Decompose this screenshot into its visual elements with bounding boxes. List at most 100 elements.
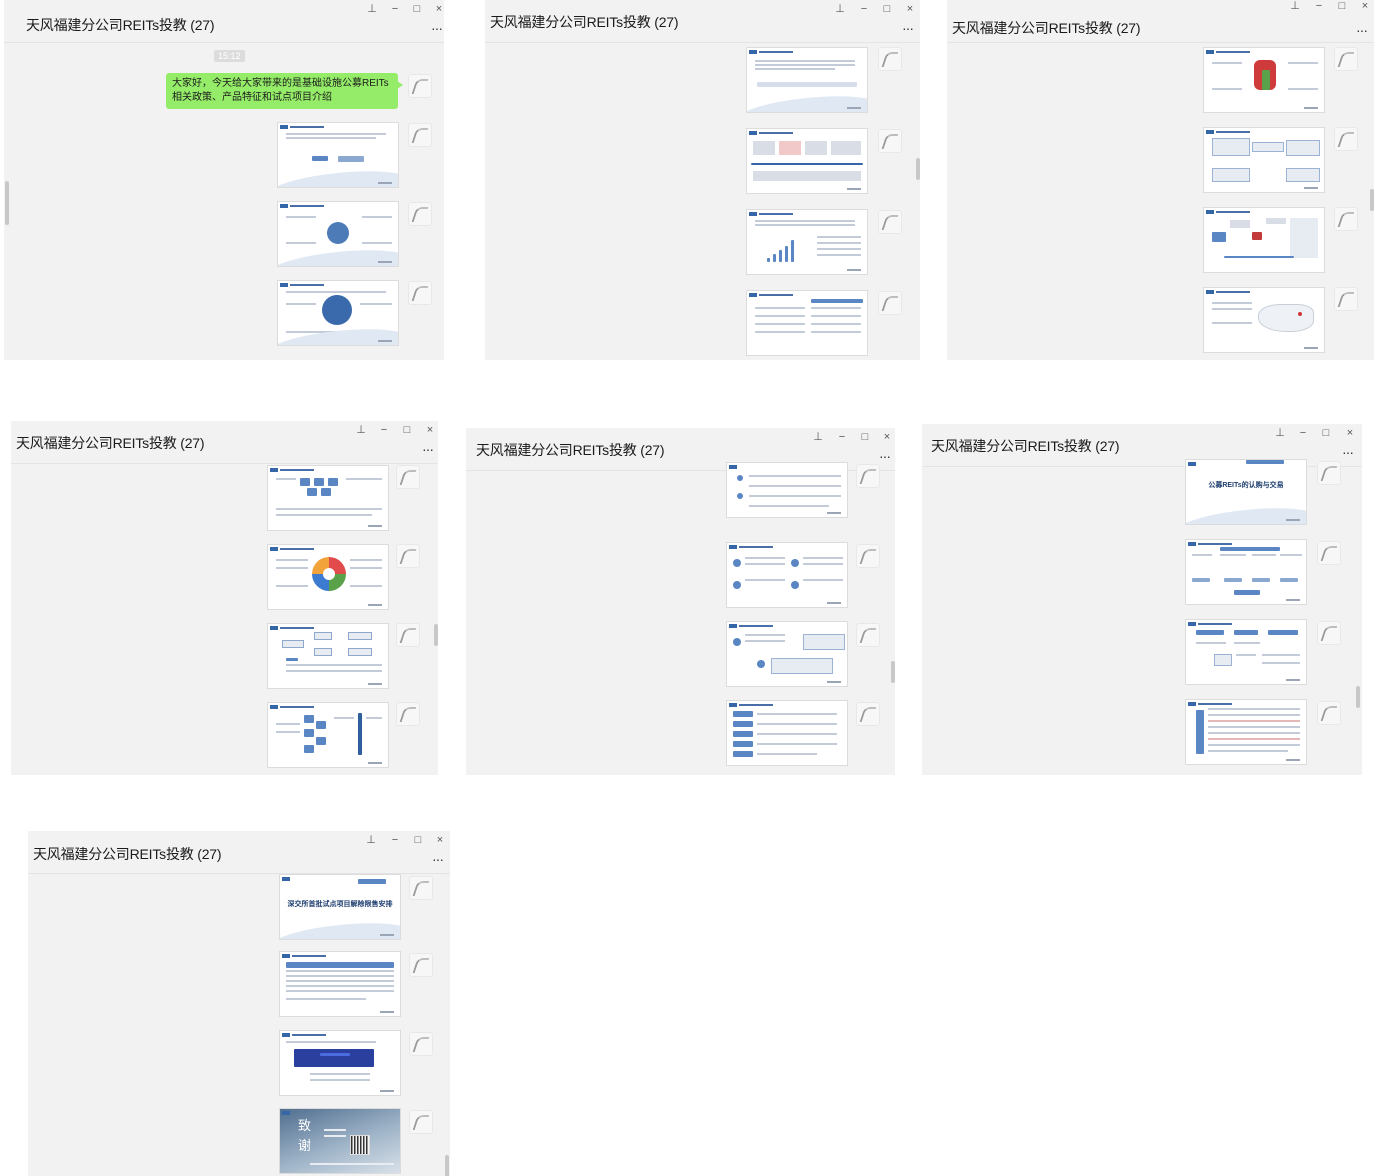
slide-thumbnail[interactable] — [726, 621, 848, 687]
scrollbar[interactable] — [5, 181, 9, 225]
slide-thumbnail[interactable] — [746, 290, 868, 356]
slide-thumbnail[interactable] — [746, 209, 868, 275]
pin-icon[interactable]: ⊥ — [812, 431, 824, 443]
title-bar[interactable]: 天风福建分公司REITs投教 (27) ⊥ − □ × ··· — [947, 0, 1374, 43]
avatar[interactable] — [1334, 47, 1358, 71]
avatar[interactable] — [878, 129, 902, 153]
slide-thumbnail[interactable] — [746, 128, 868, 194]
close-button[interactable]: × — [433, 3, 444, 15]
scrollbar[interactable] — [434, 624, 438, 646]
avatar[interactable] — [396, 465, 420, 489]
minimize-button[interactable]: − — [378, 424, 390, 436]
message-list[interactable]: 15:12 大家好，今天给大家带来的是基础设施公募REITs相关政策、产品特征和… — [4, 43, 444, 360]
title-bar[interactable]: 天风福建分公司REITs投教 (27) ⊥ − □ × ··· — [28, 831, 450, 874]
more-options-icon[interactable]: ··· — [422, 441, 434, 457]
avatar[interactable] — [1317, 621, 1341, 645]
avatar[interactable] — [409, 876, 433, 900]
avatar[interactable] — [1317, 701, 1341, 725]
slide-thumbnail[interactable] — [279, 1030, 401, 1096]
avatar[interactable] — [409, 1032, 433, 1056]
pin-icon[interactable]: ⊥ — [355, 424, 367, 436]
close-button[interactable]: × — [904, 3, 916, 15]
minimize-button[interactable]: − — [1297, 427, 1309, 439]
avatar[interactable] — [1317, 541, 1341, 565]
pin-icon[interactable]: ⊥ — [1274, 427, 1286, 439]
slide-thumbnail[interactable] — [1203, 287, 1325, 353]
close-button[interactable]: × — [881, 431, 893, 443]
minimize-button[interactable]: − — [836, 431, 848, 443]
close-button[interactable]: × — [434, 834, 446, 846]
scrollbar[interactable] — [1370, 189, 1374, 211]
maximize-button[interactable]: □ — [1320, 427, 1332, 439]
title-bar[interactable]: 天风福建分公司REITs投教 (27) ⊥ − □ × ··· — [4, 0, 444, 43]
maximize-button[interactable]: □ — [859, 431, 871, 443]
avatar[interactable] — [396, 544, 420, 568]
more-options-icon[interactable]: ··· — [902, 20, 914, 36]
avatar[interactable] — [856, 702, 880, 726]
slide-thumbnail[interactable] — [1203, 127, 1325, 193]
avatar[interactable] — [408, 281, 432, 305]
slide-thumbnail[interactable] — [1185, 699, 1307, 765]
scrollbar[interactable] — [1356, 686, 1360, 708]
slide-thumbnail[interactable] — [267, 702, 389, 768]
scrollbar[interactable] — [891, 661, 895, 683]
slide-thumbnail[interactable] — [267, 544, 389, 610]
slide-thumbnail[interactable] — [277, 122, 399, 188]
scrollbar[interactable] — [445, 1155, 449, 1176]
slide-thumbnail[interactable] — [1185, 539, 1307, 605]
close-button[interactable]: × — [1359, 0, 1371, 10]
title-bar[interactable]: 天风福建分公司REITs投教 (27) ⊥ − □ × ··· — [485, 0, 920, 43]
avatar[interactable] — [1334, 207, 1358, 231]
slide-thumbnail[interactable]: 公募REITs的认购与交易 — [1185, 459, 1307, 525]
slide-thumbnail[interactable] — [267, 623, 389, 689]
slide-thumbnail[interactable]: 致谢 — [279, 1108, 401, 1174]
avatar[interactable] — [408, 123, 432, 147]
slide-thumbnail[interactable] — [277, 201, 399, 267]
message-list[interactable] — [485, 43, 920, 360]
message-list[interactable] — [11, 464, 438, 775]
pin-icon[interactable]: ⊥ — [366, 3, 378, 15]
minimize-button[interactable]: − — [389, 834, 401, 846]
avatar[interactable] — [409, 953, 433, 977]
more-options-icon[interactable]: ··· — [432, 851, 444, 867]
slide-thumbnail[interactable] — [746, 47, 868, 113]
maximize-button[interactable]: □ — [401, 424, 413, 436]
minimize-button[interactable]: − — [858, 3, 870, 15]
message-list[interactable]: 深交所首批试点项目解除限售安排 致谢 — [28, 874, 450, 1176]
avatar[interactable] — [856, 623, 880, 647]
pin-icon[interactable]: ⊥ — [834, 3, 846, 15]
message-list[interactable] — [466, 462, 895, 775]
more-options-icon[interactable]: ··· — [879, 448, 891, 464]
slide-thumbnail[interactable] — [1203, 207, 1325, 273]
more-options-icon[interactable]: ··· — [1342, 444, 1354, 460]
minimize-button[interactable]: − — [389, 3, 401, 15]
slide-thumbnail[interactable]: 深交所首批试点项目解除限售安排 — [279, 874, 401, 940]
minimize-button[interactable]: − — [1313, 0, 1325, 12]
scrollbar[interactable] — [916, 158, 920, 180]
more-options-icon[interactable]: ··· — [431, 20, 443, 36]
slide-thumbnail[interactable] — [1185, 619, 1307, 685]
slide-thumbnail[interactable] — [267, 465, 389, 531]
slide-thumbnail[interactable] — [726, 700, 848, 766]
pin-icon[interactable]: ⊥ — [1289, 0, 1301, 10]
avatar[interactable] — [878, 210, 902, 234]
maximize-button[interactable]: □ — [411, 3, 423, 15]
close-button[interactable]: × — [424, 424, 436, 436]
avatar[interactable] — [878, 291, 902, 315]
avatar[interactable] — [396, 623, 420, 647]
avatar[interactable] — [1317, 461, 1341, 485]
avatar[interactable] — [856, 464, 880, 488]
slide-thumbnail[interactable] — [726, 462, 848, 518]
title-bar[interactable]: 天风福建分公司REITs投教 (27) ⊥ − □ × ··· — [11, 421, 438, 464]
slide-thumbnail[interactable] — [279, 951, 401, 1017]
message-list[interactable]: 公募REITs的认购与交易 — [922, 459, 1362, 775]
pin-icon[interactable]: ⊥ — [365, 834, 377, 846]
message-bubble[interactable]: 大家好，今天给大家带来的是基础设施公募REITs相关政策、产品特征和试点项目介绍 — [166, 73, 403, 109]
close-button[interactable]: × — [1344, 427, 1356, 439]
avatar[interactable] — [878, 47, 902, 71]
maximize-button[interactable]: □ — [412, 834, 424, 846]
more-options-icon[interactable]: ··· — [1356, 22, 1368, 38]
message-list[interactable] — [947, 43, 1374, 360]
slide-thumbnail[interactable] — [1203, 47, 1325, 113]
avatar[interactable] — [856, 544, 880, 568]
